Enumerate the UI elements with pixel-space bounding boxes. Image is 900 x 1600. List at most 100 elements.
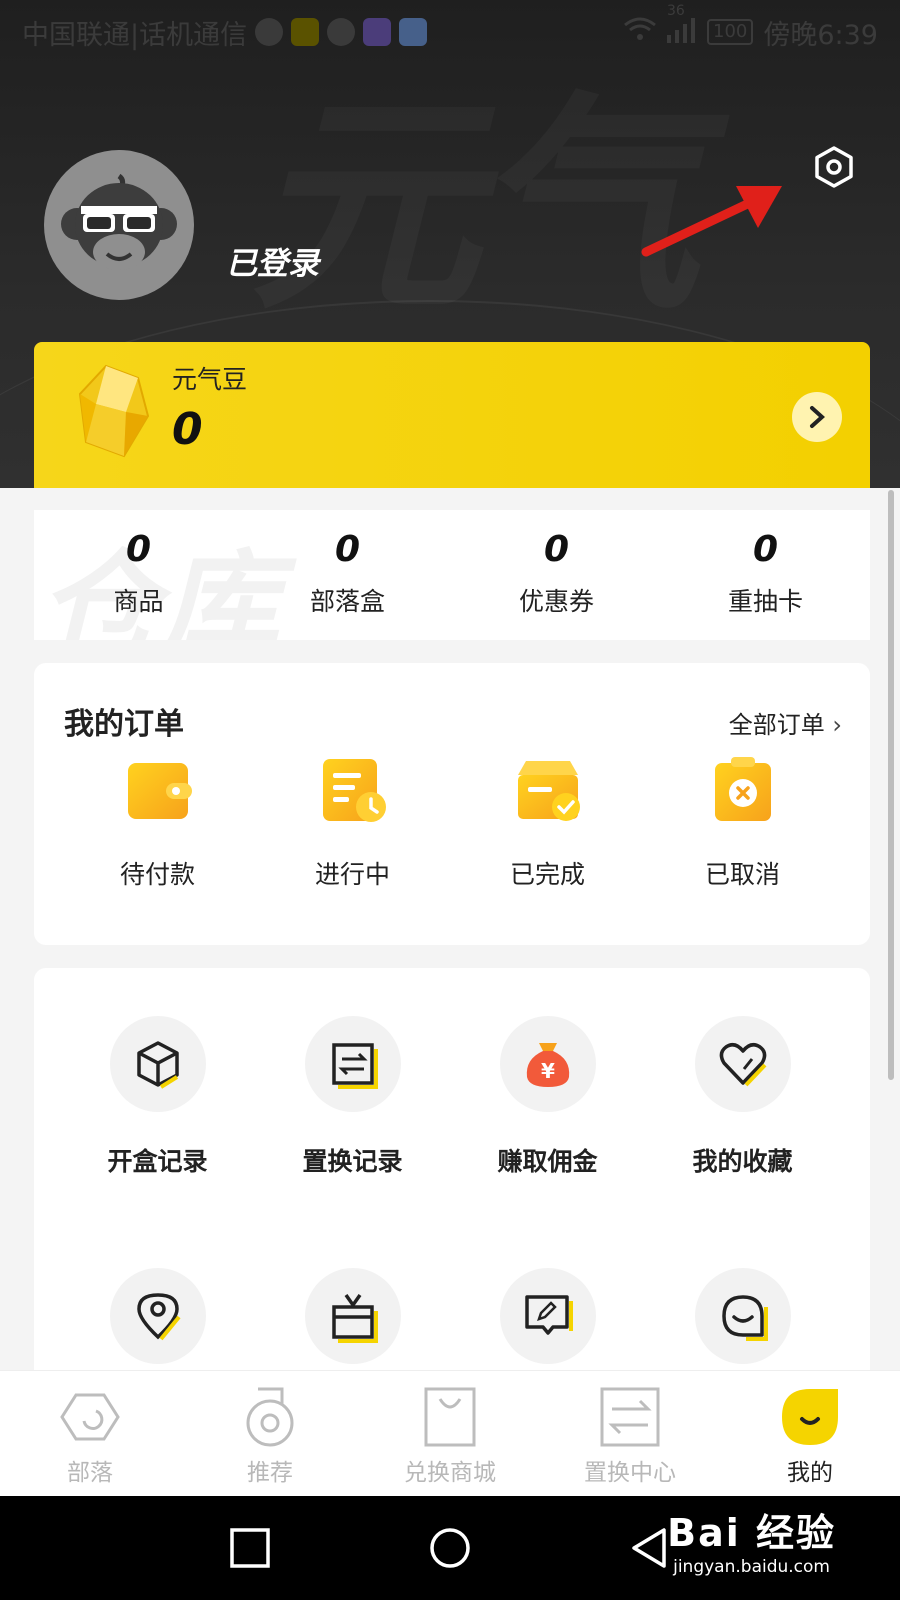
stat-redraw-cards[interactable]: 0 重抽卡 <box>661 510 870 640</box>
tab-recommend[interactable]: 推荐 <box>180 1371 360 1496</box>
app-notify-icon <box>291 18 320 46</box>
smile-face-icon <box>782 1389 838 1445</box>
beans-count: 0 <box>172 404 203 455</box>
all-orders-link[interactable]: 全部订单 › <box>729 705 842 740</box>
watermark-url: jingyan.baidu.com <box>673 1557 830 1577</box>
heart-icon <box>719 1043 766 1087</box>
avatar[interactable] <box>44 150 194 300</box>
message-icon <box>255 18 284 46</box>
wallet-icon <box>127 763 192 819</box>
stat-value: 0 <box>543 529 570 570</box>
beans-detail-button[interactable] <box>792 392 842 442</box>
red-annotation-arrow <box>641 186 782 257</box>
order-label: 已取消 <box>704 860 780 889</box>
stat-label: 部落盒 <box>309 587 385 616</box>
back-icon[interactable] <box>628 1526 672 1570</box>
orders-card: 我的订单 全部订单 › 待付款 进行中 已完成 已取消 <box>34 663 870 945</box>
hexagon-tribe-icon <box>60 1393 120 1441</box>
home-icon[interactable] <box>428 1526 472 1570</box>
swap-arrows-icon <box>600 1387 660 1447</box>
box-check-icon <box>517 761 580 821</box>
order-label: 进行中 <box>314 860 390 889</box>
tab-mine[interactable]: 我的 <box>720 1371 900 1496</box>
tab-label: 部落 <box>67 1460 113 1486</box>
recent-apps-icon[interactable] <box>228 1526 272 1570</box>
stat-label: 重抽卡 <box>727 587 803 616</box>
battery-indicator: 100 <box>707 19 754 45</box>
status-bar: 中国联通|话机通信 36 100 傍晚6:39 <box>0 0 900 64</box>
clock-doc-icon <box>322 759 386 822</box>
beans-title: 元气豆 <box>172 365 248 394</box>
gem-icon <box>78 364 150 458</box>
profile-header: 元气 中国联通|话机通信 36 100 傍晚6:39 <box>0 0 900 488</box>
swap-icon <box>331 1043 378 1089</box>
stat-value: 0 <box>125 529 152 570</box>
tool-label: 我的收藏 <box>692 1147 793 1176</box>
status-time: 傍晚6:39 <box>763 19 878 51</box>
app-screen: 元气 中国联通|话机通信 36 100 傍晚6:39 <box>0 0 900 1600</box>
order-status-row: 待付款 进行中 已完成 已取消 <box>60 755 840 891</box>
tab-tribe[interactable]: 部落 <box>0 1371 180 1496</box>
tool-label: 赚取佣金 <box>497 1147 598 1176</box>
tool-favorites[interactable]: 我的收藏 <box>645 1016 840 1268</box>
chevron-right-icon <box>810 406 825 428</box>
chat-bubble-icon <box>721 1295 768 1341</box>
chevron-right-icon: › <box>832 711 842 739</box>
stat-coupons[interactable]: 0 优惠券 <box>452 510 661 640</box>
stat-label: 商品 <box>113 587 164 616</box>
bottom-tab-bar: 部落 推荐 兑换商城 置换中心 我的 <box>0 1370 900 1496</box>
wechat-icon <box>327 18 356 46</box>
order-cancelled[interactable]: 已取消 <box>645 755 840 891</box>
settings-button[interactable] <box>812 145 856 189</box>
warehouse-stats: 仓库 0 商品 0 部落盒 0 优惠券 0 重抽卡 <box>34 510 870 640</box>
svg-text:¥: ¥ <box>541 1059 555 1083</box>
wifi-icon <box>623 16 657 49</box>
order-label: 待付款 <box>119 860 195 889</box>
orders-title: 我的订单 <box>64 707 184 742</box>
stat-value: 0 <box>752 529 779 570</box>
signal-icon: 36 <box>667 3 697 47</box>
money-bag-icon: ¥ <box>526 1043 569 1087</box>
notification-icons <box>255 18 428 46</box>
tool-icon-circle <box>694 1016 791 1112</box>
tab-label: 我的 <box>787 1460 833 1486</box>
tab-label: 推荐 <box>247 1460 293 1486</box>
medal-icon <box>246 1387 294 1447</box>
tool-swap-history[interactable]: 置换记录 <box>255 1016 450 1268</box>
stat-tribe-box[interactable]: 0 部落盒 <box>243 510 452 640</box>
beans-card[interactable]: 元气豆 0 <box>34 342 870 488</box>
stat-label: 优惠券 <box>518 587 594 616</box>
stat-goods[interactable]: 0 商品 <box>34 510 243 640</box>
all-orders-label: 全部订单 <box>728 711 825 739</box>
order-completed[interactable]: 已完成 <box>450 755 645 891</box>
carrier-name: 中国联通|话机通信 <box>22 19 248 51</box>
order-pending-payment[interactable]: 待付款 <box>60 755 255 891</box>
gift-box-icon <box>331 1293 378 1343</box>
tool-icon-circle <box>109 1268 206 1364</box>
settings-hex-icon <box>815 146 853 188</box>
tab-exchange-mall[interactable]: 兑换商城 <box>360 1371 540 1496</box>
tools-card: 开盒记录 置换记录 ¥ 赚取佣金 我的收藏 <box>34 968 870 1388</box>
tool-icon-circle <box>694 1268 791 1364</box>
order-in-progress[interactable]: 进行中 <box>255 755 450 891</box>
tool-label: 置换记录 <box>302 1147 403 1176</box>
username[interactable]: 已登录 <box>226 238 319 283</box>
tool-icon-circle <box>304 1268 401 1364</box>
tab-swap-center[interactable]: 置换中心 <box>540 1371 720 1496</box>
location-icon <box>136 1293 181 1341</box>
status-right: 36 100 傍晚6:39 <box>623 3 878 52</box>
network-type: 36 <box>667 3 685 19</box>
monkey-avatar-icon <box>61 173 177 270</box>
shopping-bag-icon <box>424 1387 476 1447</box>
cube-icon <box>136 1041 179 1089</box>
tool-earn-commission[interactable]: ¥ 赚取佣金 <box>450 1016 645 1268</box>
tab-label: 兑换商城 <box>404 1460 496 1486</box>
tool-icon-circle: ¥ <box>499 1016 596 1112</box>
tab-label: 置换中心 <box>584 1460 676 1486</box>
app-blue-icon <box>399 18 428 46</box>
tool-label: 开盒记录 <box>107 1147 208 1176</box>
tool-box-history[interactable]: 开盒记录 <box>60 1016 255 1268</box>
tool-icon-circle <box>499 1268 596 1364</box>
clipboard-x-icon <box>714 757 771 821</box>
scrollbar[interactable] <box>888 490 894 1080</box>
